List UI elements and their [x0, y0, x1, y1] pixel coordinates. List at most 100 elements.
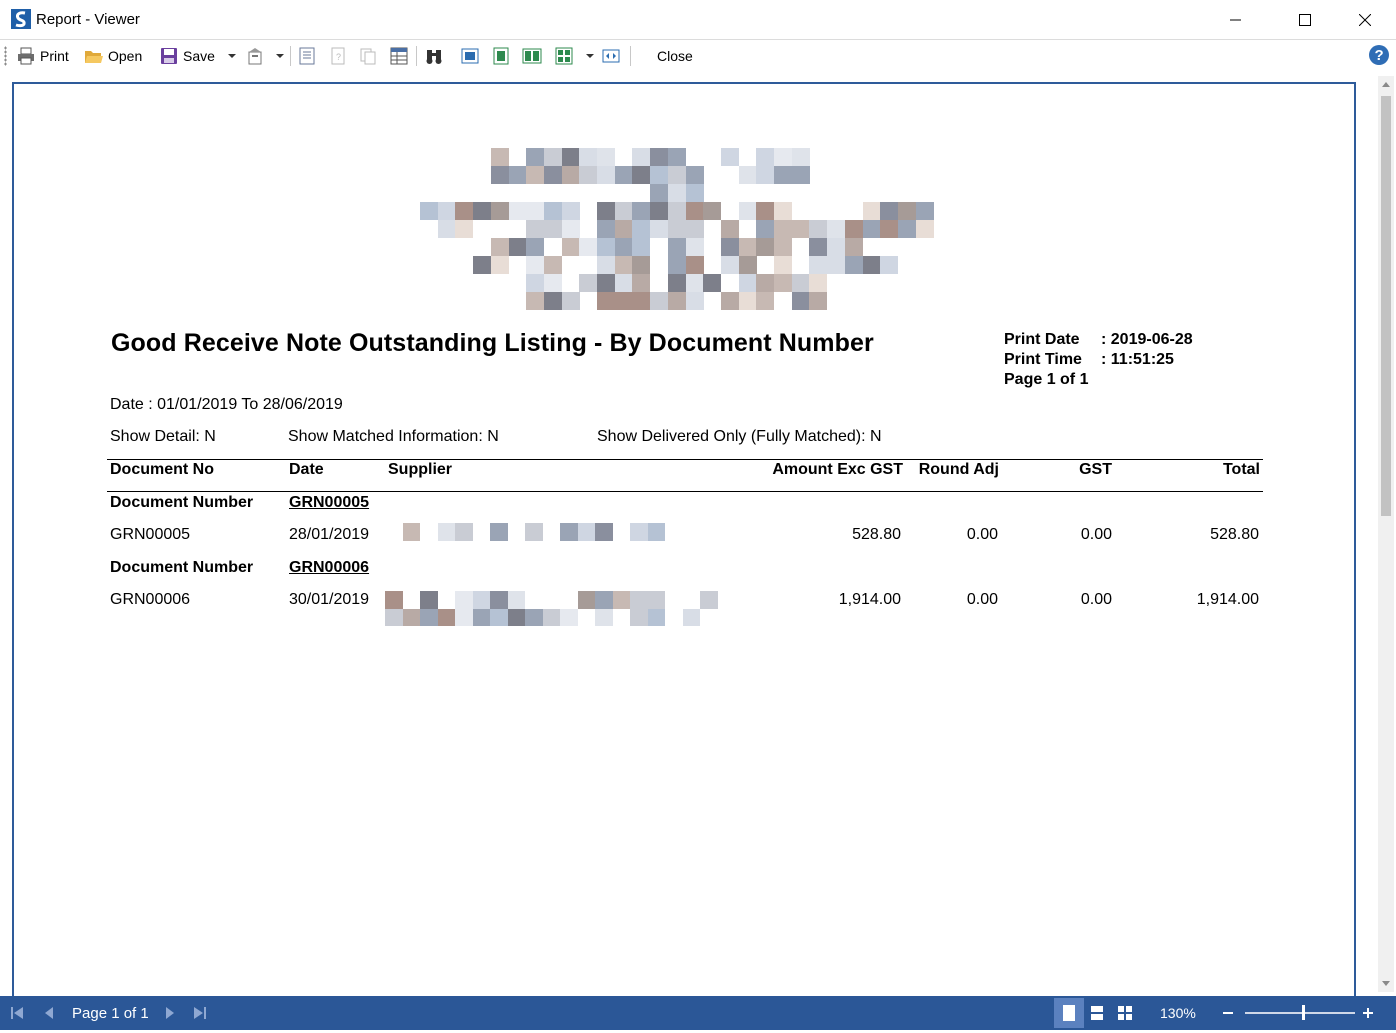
minimize-icon — [1230, 19, 1241, 21]
scrollbar-thumb[interactable] — [1381, 96, 1391, 516]
maximize-icon — [1299, 14, 1311, 26]
redacted-pixel — [597, 292, 615, 310]
redacted-pixel — [700, 591, 718, 609]
redacted-pixel — [756, 202, 775, 220]
col-round-adj: Round Adj — [918, 461, 999, 478]
redacted-pixel — [880, 256, 899, 274]
redacted-pixel — [774, 202, 792, 220]
redacted-pixel — [791, 274, 810, 292]
toolbar-separator — [630, 46, 631, 66]
redacted-pixel — [774, 238, 792, 256]
vertical-scrollbar[interactable] — [1378, 76, 1394, 992]
redacted-pixel — [756, 220, 775, 238]
redacted-pixel — [507, 608, 525, 626]
two-pages-icon[interactable] — [522, 46, 542, 66]
redacted-pixel — [756, 238, 775, 256]
multi-page-view-icon[interactable] — [1117, 1005, 1133, 1021]
export-icon[interactable] — [246, 46, 266, 66]
row-total: 528.80 — [1210, 526, 1259, 543]
view-page-icon[interactable] — [460, 46, 480, 66]
maximize-button[interactable] — [1282, 0, 1328, 39]
redacted-pixel — [844, 238, 863, 256]
page-setup-icon[interactable] — [297, 46, 317, 66]
first-page-icon[interactable] — [10, 1006, 24, 1020]
print-date-value: : 2019-06-28 — [1101, 331, 1193, 348]
redacted-pixel — [614, 166, 633, 184]
redacted-pixel — [862, 220, 881, 238]
redacted-pixel — [632, 148, 651, 166]
fit-icon[interactable] — [601, 46, 621, 66]
scroll-up-icon[interactable] — [1382, 82, 1390, 87]
redacted-pixel — [612, 591, 630, 609]
redacted-pixel — [720, 256, 739, 274]
filter-show-detail: Show Detail: N — [110, 428, 216, 445]
redacted-pixel — [525, 523, 543, 541]
redacted-pixel — [738, 292, 757, 310]
redacted-pixel — [809, 238, 828, 256]
row-date: 30/01/2019 — [289, 591, 370, 608]
printer-icon — [18, 47, 34, 65]
next-page-icon[interactable] — [163, 1006, 177, 1020]
zoom-slider[interactable] — [1245, 1012, 1355, 1014]
save-label: Save — [183, 48, 215, 64]
redacted-pixel — [597, 148, 615, 166]
save-dropdown-arrow[interactable] — [228, 54, 236, 58]
scroll-down-icon[interactable] — [1382, 981, 1390, 986]
zoom-in-icon[interactable] — [1362, 1007, 1374, 1019]
redacted-pixel — [756, 166, 775, 184]
toolbar-grip[interactable] — [4, 46, 7, 66]
redacted-pixel — [490, 608, 508, 626]
redacted-pixel — [543, 256, 562, 274]
zoom-out-icon[interactable] — [1222, 1007, 1234, 1019]
prev-page-icon[interactable] — [42, 1006, 56, 1020]
save-button[interactable]: Save — [159, 45, 215, 67]
filter-show-matched: Show Matched Information: N — [288, 428, 499, 445]
redacted-pixel — [420, 202, 438, 220]
export-dropdown-arrow[interactable] — [276, 54, 284, 58]
row-doc-no: GRN00006 — [110, 591, 191, 608]
redacted-pixel — [437, 523, 455, 541]
redacted-pixel — [526, 166, 545, 184]
redacted-pixel — [791, 292, 810, 310]
redacted-pixel — [647, 608, 665, 626]
single-page-view-button[interactable] — [1054, 998, 1084, 1028]
redacted-pixel — [685, 166, 704, 184]
redacted-pixel — [844, 220, 863, 238]
view-dropdown-arrow[interactable] — [586, 54, 594, 58]
find-binoculars-icon[interactable] — [424, 46, 444, 66]
redacted-pixel — [472, 591, 490, 609]
redacted-pixel — [844, 256, 863, 274]
zoom-slider-thumb[interactable] — [1302, 1005, 1305, 1020]
last-page-icon[interactable] — [193, 1006, 207, 1020]
redacted-pixel — [490, 238, 509, 256]
open-button[interactable]: Open — [84, 45, 142, 67]
redacted-pixel — [650, 166, 669, 184]
print-button[interactable]: Print — [16, 45, 69, 67]
close-report-button[interactable]: Close — [657, 45, 693, 67]
title-bar: Report - Viewer — [0, 0, 1396, 40]
group-value: GRN00005 — [289, 494, 370, 511]
page-number: Page 1 of 1 — [1004, 371, 1089, 388]
redacted-pixel — [650, 184, 669, 202]
redacted-pixel — [756, 274, 775, 292]
redacted-pixel — [791, 166, 810, 184]
redacted-pixel — [490, 166, 509, 184]
close-window-button[interactable] — [1342, 0, 1388, 39]
minimize-button[interactable] — [1213, 0, 1259, 39]
continuous-view-icon[interactable] — [1089, 1005, 1105, 1021]
copy-icon[interactable] — [358, 46, 378, 66]
redacted-pixel — [402, 523, 420, 541]
bookmark-icon[interactable]: ? — [328, 46, 348, 66]
redacted-pixel — [420, 591, 438, 609]
supplier-redacted — [385, 591, 721, 627]
redacted-pixel — [385, 608, 403, 626]
redacted-pixel — [579, 166, 598, 184]
view-width-icon[interactable] — [491, 46, 511, 66]
redacted-pixel — [685, 256, 704, 274]
redacted-pixel — [508, 166, 527, 184]
table-icon[interactable] — [389, 46, 409, 66]
group-label: Document Number — [110, 494, 254, 511]
help-icon[interactable]: ? — [1368, 44, 1390, 66]
multi-page-icon[interactable] — [554, 46, 574, 66]
redacted-pixel — [667, 184, 686, 202]
